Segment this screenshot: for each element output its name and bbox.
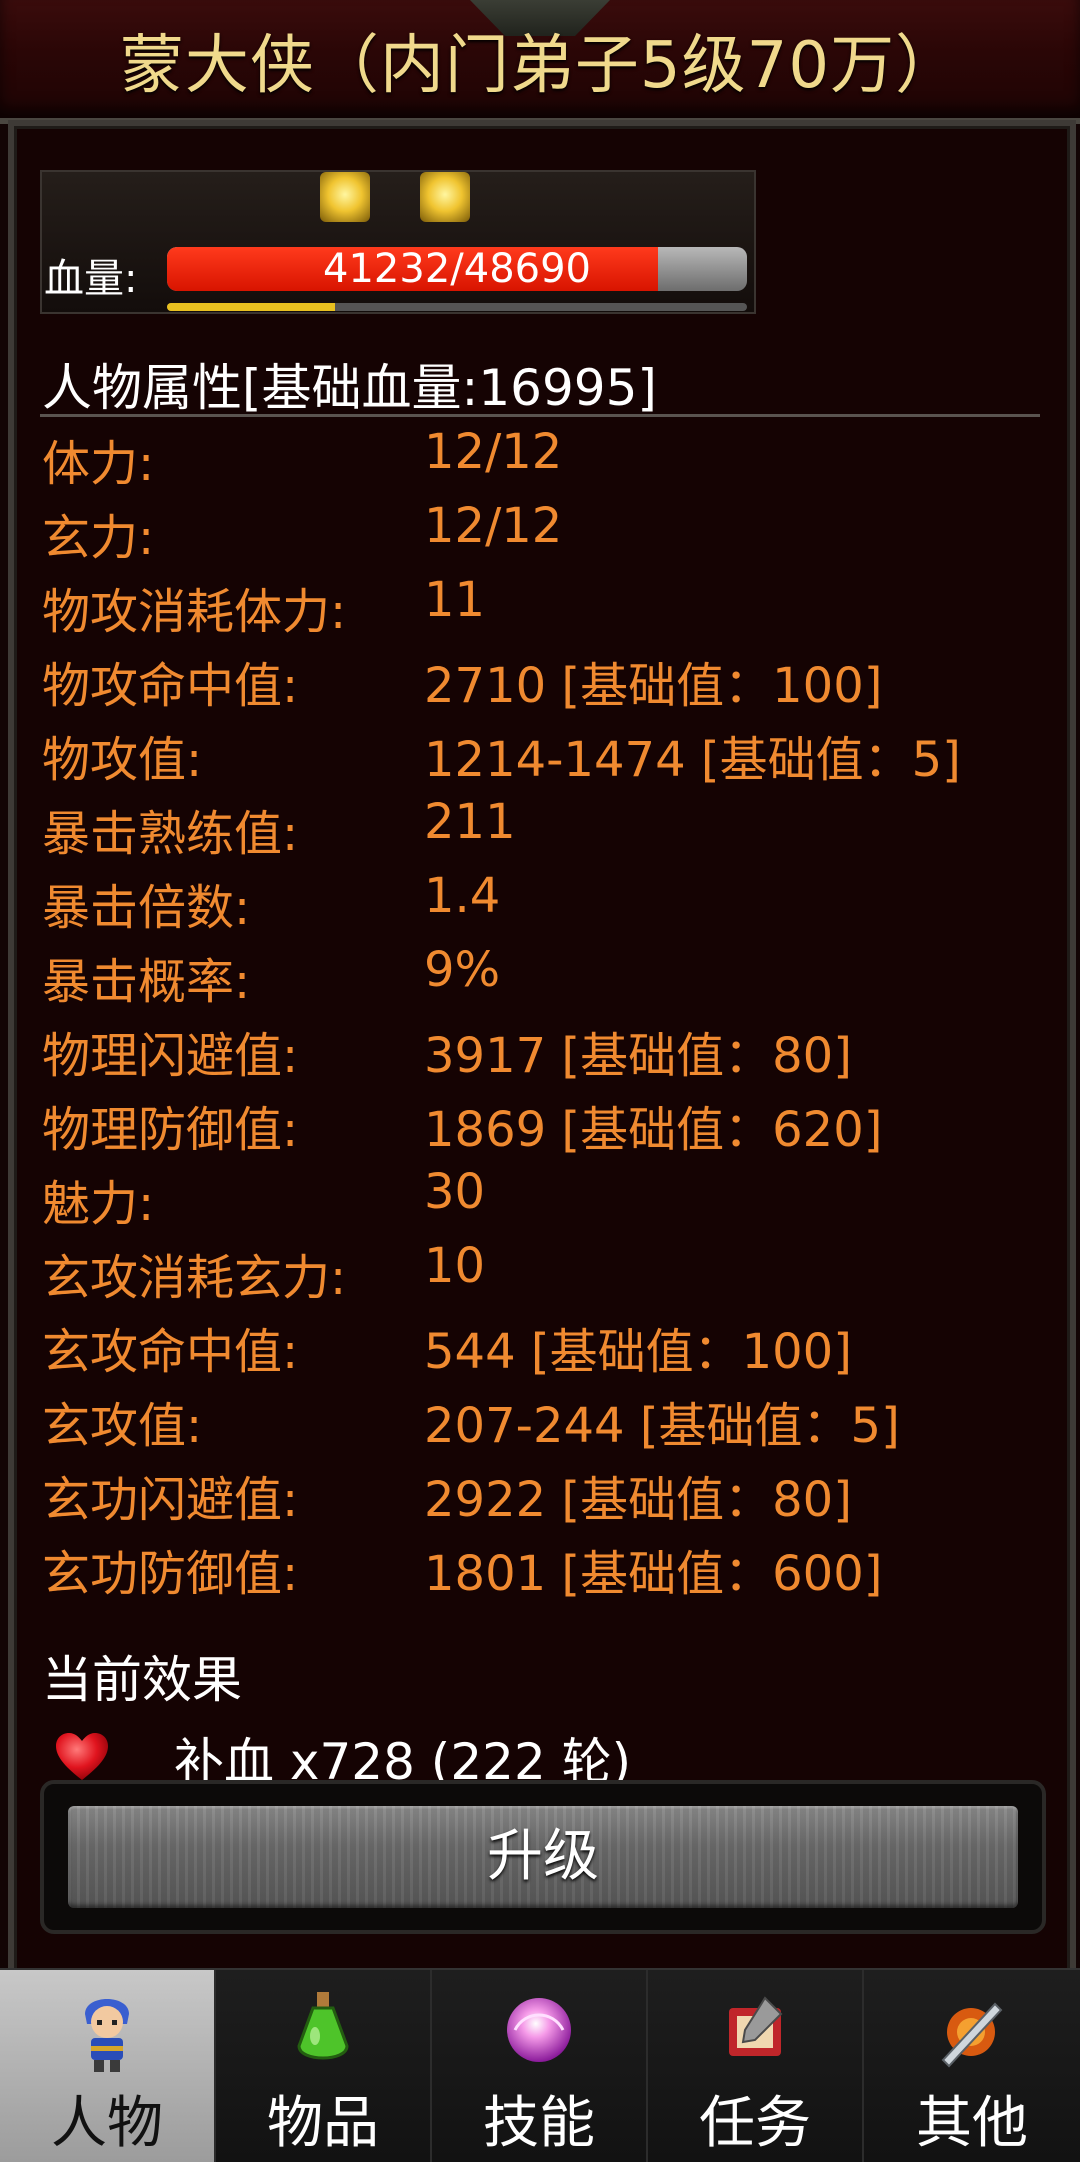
attribute-label: 玄攻命中值: (42, 1324, 299, 1380)
attribute-row: 玄功防御值: 1801 [基础值：600] (40, 1534, 1040, 1608)
attribute-row: 暴击熟练值: 211 (40, 794, 1040, 868)
attribute-row: 暴击倍数: 1.4 (40, 868, 1040, 942)
attribute-label: 魅力: (42, 1176, 155, 1232)
attribute-label: 暴击熟练值: (42, 806, 299, 862)
exp-bar (167, 303, 747, 311)
quest-icon (729, 1996, 783, 2056)
tab-skills[interactable]: 技能 (432, 1970, 648, 2162)
hp-bar: 41232/48690 (167, 247, 747, 291)
tab-label: 技能 (483, 2091, 595, 2156)
tab-label: 物品 (267, 2091, 379, 2156)
attribute-value: 1869 [基础值：620] (424, 1102, 883, 1158)
exp-bar-fill (167, 303, 336, 311)
hp-label: 血量: (44, 256, 138, 302)
attribute-value: 12/12 (424, 424, 563, 480)
tab-quests[interactable]: 任务 (648, 1970, 864, 2162)
title-bar: 蒙大侠（内门弟子5级70万） (0, 0, 1080, 124)
tab-label: 其他 (916, 2091, 1028, 2156)
attributes-divider (40, 414, 1040, 417)
bottom-nav: 人物 物品 技能 任务 其他 (0, 1968, 1080, 2162)
attribute-value: 1.4 (424, 868, 501, 924)
potion-icon (297, 1992, 349, 2060)
avatar-frame (40, 170, 756, 314)
other-icon (941, 2002, 1003, 2068)
tab-items[interactable]: 物品 (216, 1970, 432, 2162)
tab-label: 任务 (699, 2091, 811, 2156)
character-icon (85, 1999, 129, 2072)
avatar-eye-right (420, 172, 470, 222)
attribute-value: 207-244 [基础值：5] (424, 1398, 900, 1454)
attribute-row: 体力: 12/12 (40, 424, 1040, 498)
hp-value: 41232/48690 (323, 247, 591, 291)
attribute-row: 物攻命中值: 2710 [基础值：100] (40, 646, 1040, 720)
attribute-row: 玄力: 12/12 (40, 498, 1040, 572)
effects-title: 当前效果 (42, 1651, 242, 1709)
attribute-label: 物攻命中值: (42, 658, 299, 714)
attribute-value: 11 (424, 572, 486, 628)
page-title: 蒙大侠（内门弟子5级70万） (119, 29, 961, 103)
attribute-row: 物攻值: 1214-1474 [基础值：5] (40, 720, 1040, 794)
skill-orb-icon (507, 1998, 571, 2062)
attribute-label: 玄功闪避值: (42, 1472, 299, 1528)
attribute-row: 物理闪避值: 3917 [基础值：80] (40, 1016, 1040, 1090)
attribute-value: 3917 [基础值：80] (424, 1028, 852, 1084)
attribute-row: 物攻消耗体力: 11 (40, 572, 1040, 646)
attribute-label: 玄攻值: (42, 1398, 203, 1454)
attribute-row: 玄攻值: 207-244 [基础值：5] (40, 1386, 1040, 1460)
attributes-title: 人物属性[基础血量:16995] (42, 359, 657, 417)
attribute-value: 2922 [基础值：80] (424, 1472, 852, 1528)
tab-character[interactable]: 人物 (0, 1970, 216, 2162)
attribute-row: 玄攻命中值: 544 [基础值：100] (40, 1312, 1040, 1386)
attribute-value: 9% (424, 942, 501, 998)
attribute-value: 1214-1474 [基础值：5] (424, 732, 961, 788)
attribute-label: 玄功防御值: (42, 1546, 299, 1602)
attribute-value: 10 (424, 1238, 486, 1294)
attribute-row: 玄功闪避值: 2922 [基础值：80] (40, 1460, 1040, 1534)
attribute-label: 玄攻消耗玄力: (42, 1250, 347, 1306)
attribute-value: 12/12 (424, 498, 563, 554)
attribute-row: 物理防御值: 1869 [基础值：620] (40, 1090, 1040, 1164)
attribute-row: 魅力: 30 (40, 1164, 1040, 1238)
tab-label: 人物 (51, 2091, 163, 2156)
attribute-label: 暴击倍数: (42, 880, 251, 936)
attribute-row: 玄攻消耗玄力: 10 (40, 1238, 1040, 1312)
attribute-value: 544 [基础值：100] (424, 1324, 852, 1380)
attribute-value: 2710 [基础值：100] (424, 658, 883, 714)
attribute-label: 暴击概率: (42, 954, 251, 1010)
attribute-label: 物理闪避值: (42, 1028, 299, 1084)
attribute-label: 玄力: (42, 510, 155, 566)
attribute-value: 211 (424, 794, 516, 850)
upgrade-button-frame: 升级 (40, 1780, 1046, 1934)
avatar-eye-left (320, 172, 370, 222)
heart-icon (56, 1733, 108, 1780)
attribute-label: 体力: (42, 436, 155, 492)
attribute-row: 暴击概率: 9% (40, 942, 1040, 1016)
upgrade-button[interactable]: 升级 (68, 1806, 1018, 1908)
attribute-label: 物理防御值: (42, 1102, 299, 1158)
attribute-label: 物攻值: (42, 732, 203, 788)
upgrade-button-label: 升级 (487, 1824, 599, 1889)
tab-other[interactable]: 其他 (864, 1970, 1080, 2162)
attribute-value: 1801 [基础值：600] (424, 1546, 883, 1602)
attribute-value: 30 (424, 1164, 486, 1220)
attribute-label: 物攻消耗体力: (42, 584, 347, 640)
